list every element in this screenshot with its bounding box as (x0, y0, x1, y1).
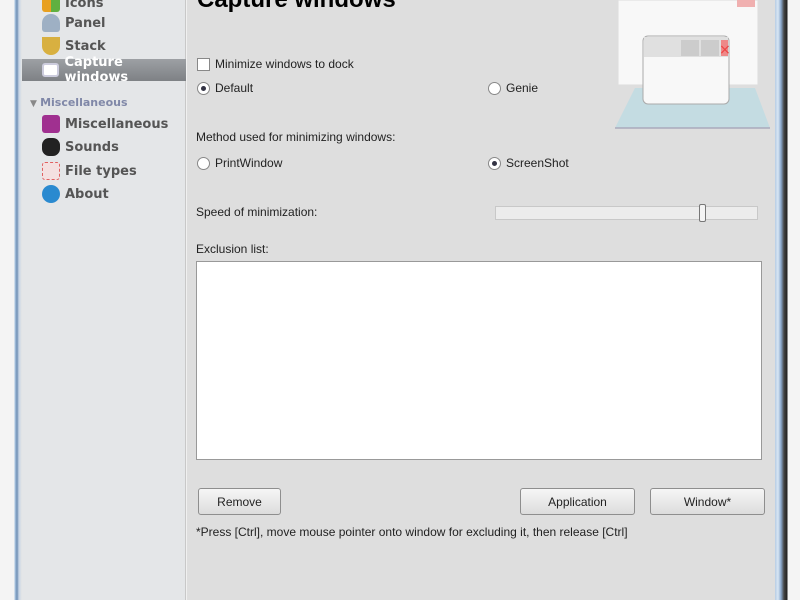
main-panel: Capture windows × Minimize windows to do… (187, 0, 775, 600)
about-icon (42, 185, 60, 203)
sidebar-item-label: Capture windows (64, 55, 129, 85)
application-button[interactable]: Application (520, 488, 635, 515)
capture-windows-icon (42, 63, 60, 77)
effect-genie-radio[interactable]: Genie (488, 81, 538, 95)
sidebar-item-miscellaneous[interactable]: Miscellaneous (22, 113, 186, 135)
radio[interactable] (197, 156, 210, 170)
sidebar-group-label: Miscellaneous (40, 96, 128, 109)
sidebar-group-miscellaneous[interactable]: ▼ Miscellaneous (30, 96, 128, 109)
method-screenshot-radio[interactable]: ScreenShot (488, 156, 569, 170)
radio-label: PrintWindow (215, 156, 283, 170)
hint-text: *Press [Ctrl], move mouse pointer onto w… (196, 525, 628, 539)
radio-label: Genie (506, 81, 539, 95)
sidebar-item-about[interactable]: About (22, 183, 186, 205)
sounds-icon (42, 138, 60, 156)
file-types-icon (42, 162, 60, 180)
radio[interactable] (488, 81, 501, 95)
page-title: Capture windows (197, 0, 396, 14)
radio-label: ScreenShot (506, 156, 569, 170)
miscellaneous-icon (42, 115, 60, 133)
triangle-down-icon: ▼ (30, 99, 41, 109)
exclusion-list-label: Exclusion list: (196, 242, 269, 256)
svg-text:×: × (719, 42, 731, 58)
method-printwindow-radio[interactable]: PrintWindow (197, 156, 282, 170)
icons-icon (42, 0, 60, 12)
sidebar-item-capture-windows[interactable]: Capture windows (22, 55, 186, 85)
sidebar-item-stack[interactable]: Stack (22, 35, 186, 57)
window-frame-right (775, 0, 800, 600)
checkbox-label: Minimize windows to dock (215, 57, 354, 71)
sidebar-item-label: Sounds (65, 139, 119, 155)
checkbox[interactable] (197, 57, 210, 71)
radio-label: Default (215, 81, 254, 95)
sidebar-item-label: Panel (65, 15, 106, 31)
sidebar-item-sounds[interactable]: Sounds (22, 136, 186, 158)
radio-selected[interactable] (488, 156, 501, 170)
sidebar: Icons Panel Stack Capture windows ▼ Misc… (22, 0, 186, 600)
sidebar-item-panel[interactable]: Panel (22, 12, 186, 34)
exclusion-list[interactable] (196, 261, 762, 460)
sidebar-item-file-types[interactable]: File types (22, 160, 186, 182)
panel-icon (42, 14, 60, 32)
window-frame-left (0, 0, 22, 600)
capture-windows-illustration-icon: × (615, 0, 770, 129)
sidebar-item-label: File types (65, 163, 137, 179)
sidebar-item-label: About (65, 186, 109, 202)
minimize-to-dock-checkbox[interactable]: Minimize windows to dock (197, 57, 354, 71)
stack-icon (42, 37, 60, 55)
speed-slider[interactable] (495, 204, 758, 222)
sidebar-item-label: Stack (65, 38, 106, 54)
slider-thumb[interactable] (699, 204, 707, 222)
sidebar-item-label: Miscellaneous (65, 116, 169, 132)
window-button[interactable]: Window* (650, 488, 765, 515)
remove-button[interactable]: Remove (198, 488, 281, 515)
method-label: Method used for minimizing windows: (196, 130, 396, 144)
radio-selected[interactable] (197, 81, 210, 95)
speed-label: Speed of minimization: (196, 205, 318, 219)
effect-default-radio[interactable]: Default (197, 81, 253, 95)
sidebar-item-label: Icons (65, 0, 104, 11)
